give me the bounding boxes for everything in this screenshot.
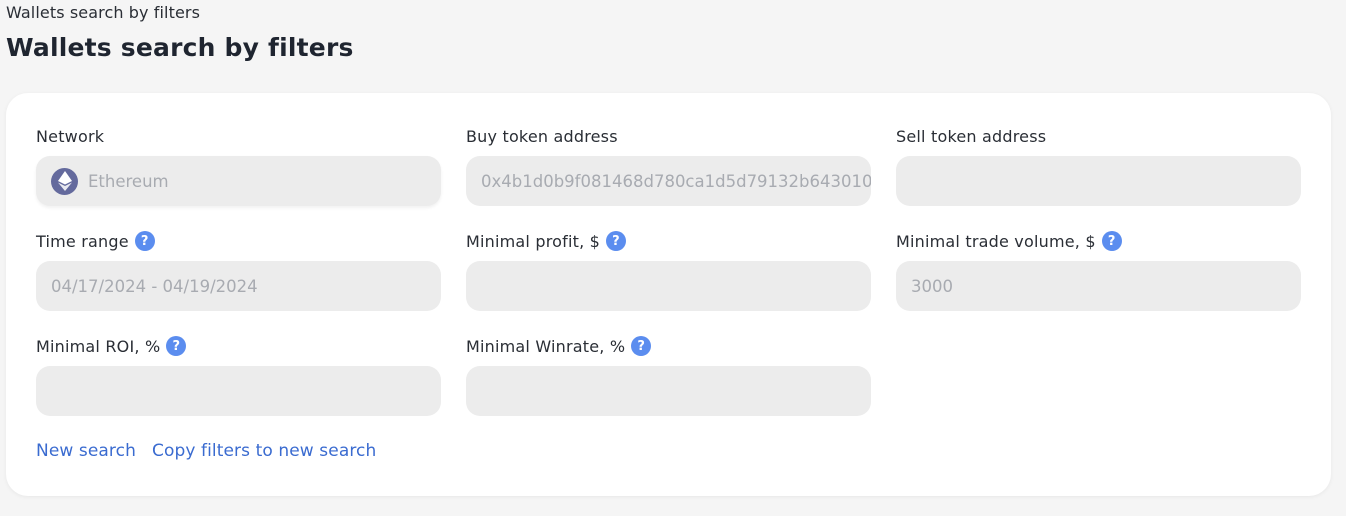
help-icon[interactable]: ? <box>134 231 155 251</box>
help-icon[interactable]: ? <box>606 231 627 251</box>
help-icon[interactable]: ? <box>166 336 187 356</box>
network-field: Network Ethereum <box>36 125 441 206</box>
min-volume-field: Minimal trade volume, $ ? 3000 <box>896 230 1301 311</box>
breadcrumb: Wallets search by filters <box>6 3 201 22</box>
min-profit-field: Minimal profit, $ ? <box>466 230 871 311</box>
network-label: Network <box>36 126 105 146</box>
form-actions: New search Copy filters to new search <box>36 441 376 461</box>
time-range-field: Time range ? 04/17/2024 - 04/19/2024 <box>36 230 441 311</box>
min-profit-label: Minimal profit, $ <box>466 231 601 251</box>
min-roi-input[interactable] <box>36 366 441 416</box>
network-value: Ethereum <box>88 171 169 191</box>
ethereum-icon <box>51 167 78 195</box>
filters-card: Network Ethereum Buy token address 0x4b1… <box>6 93 1331 496</box>
page-title: Wallets search by filters <box>6 33 354 62</box>
time-range-label: Time range <box>36 231 129 251</box>
sell-token-field: Sell token address <box>896 125 1301 206</box>
buy-token-field: Buy token address 0x4b1d0b9f081468d780ca… <box>466 125 871 206</box>
min-volume-label: Minimal trade volume, $ <box>896 231 1096 251</box>
min-roi-label: Minimal ROI, % <box>36 336 161 356</box>
buy-token-label: Buy token address <box>466 126 618 146</box>
min-roi-field: Minimal ROI, % ? <box>36 335 441 416</box>
min-winrate-input[interactable] <box>466 366 871 416</box>
sell-token-input[interactable] <box>896 156 1301 206</box>
min-winrate-label: Minimal Winrate, % <box>466 336 626 356</box>
min-winrate-field: Minimal Winrate, % ? <box>466 335 871 416</box>
min-profit-input[interactable] <box>466 261 871 311</box>
time-range-input[interactable]: 04/17/2024 - 04/19/2024 <box>36 261 441 311</box>
buy-token-input[interactable]: 0x4b1d0b9f081468d780ca1d5d79132b64301085… <box>466 156 871 206</box>
help-icon[interactable]: ? <box>631 336 652 356</box>
new-search-link[interactable]: New search <box>36 441 136 461</box>
help-icon[interactable]: ? <box>1101 231 1122 251</box>
sell-token-label: Sell token address <box>896 126 1047 146</box>
min-volume-input[interactable]: 3000 <box>896 261 1301 311</box>
copy-filters-link[interactable]: Copy filters to new search <box>152 441 376 461</box>
network-select[interactable]: Ethereum <box>36 156 441 206</box>
